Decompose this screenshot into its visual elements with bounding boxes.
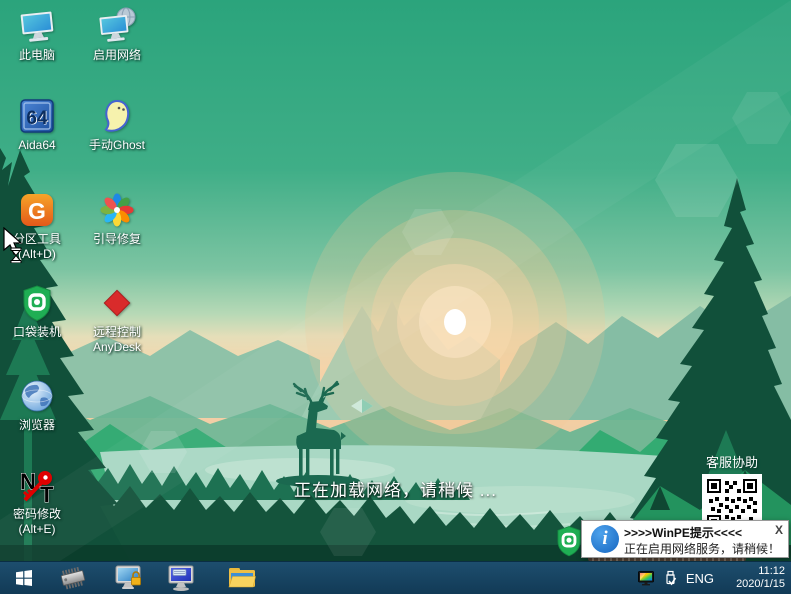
pinwheel-flower-icon — [97, 190, 137, 230]
diskgenius-icon: G — [17, 190, 57, 230]
anydesk-diamond-icon — [97, 283, 137, 323]
clock-time: 11:12 — [723, 565, 785, 578]
desktop-icon-koudai-install[interactable]: 口袋装机 — [0, 283, 77, 340]
desktop-icon-this-pc[interactable]: 此电脑 — [0, 6, 77, 63]
clock-date: 2020/1/15 — [723, 578, 785, 591]
aida64-icon: 64 64 — [17, 96, 57, 136]
icon-label: Aida64 — [18, 138, 55, 153]
notification-title: >>>>WinPE提示<<<< — [624, 524, 742, 541]
icon-label: 手动Ghost — [89, 138, 145, 153]
desktop-icon-password-edit[interactable]: N T 密码修改 (Alt+E) — [0, 465, 77, 537]
notification-message: 正在启用网络服务，请稍候！ — [624, 540, 780, 557]
desktop-icon-browser[interactable]: 浏览器 — [0, 376, 77, 433]
taskbar-memory-tool-button[interactable] — [52, 563, 94, 593]
taskbar-file-explorer-button[interactable] — [221, 563, 263, 593]
network-loading-text: 正在加载网络，请稍候 ... — [0, 476, 791, 501]
monitor-lock-icon — [114, 564, 144, 592]
screen: 正在加载网络，请稍候 ... 此电脑 64 64 — [0, 0, 791, 594]
desktop-icon-boot-repair[interactable]: 引导修复 — [77, 190, 157, 247]
network-monitor-icon — [97, 6, 137, 46]
browser-globe-icon — [17, 376, 57, 416]
usb-eject-tray-icon[interactable] — [664, 570, 677, 587]
icon-label: 浏览器 — [19, 418, 55, 433]
folder-icon — [227, 565, 257, 591]
system-tray: ENG 11:12 2020/1/15 — [638, 562, 789, 594]
icon-label: 启用网络 — [93, 48, 141, 63]
windows-logo-icon — [14, 568, 34, 588]
icon-label: 密码修改 — [13, 507, 61, 522]
nt-password-key-icon: N T — [17, 465, 57, 505]
icon-label: 引导修复 — [93, 232, 141, 247]
svg-text:64: 64 — [26, 108, 48, 129]
green-shield-icon — [17, 283, 57, 323]
taskbar: ENG 11:12 2020/1/15 — [0, 561, 791, 594]
display-settings-tray-icon[interactable] — [638, 571, 655, 586]
busy-mouse-cursor — [2, 227, 26, 263]
icon-label: 远程控制 — [93, 325, 141, 340]
monitor-keyboard-icon — [166, 564, 196, 592]
desktop-icon-anydesk[interactable]: 远程控制 AnyDesk — [77, 283, 157, 355]
icon-sublabel: (Alt+E) — [18, 522, 55, 537]
info-icon: i — [591, 525, 619, 553]
svg-text:G: G — [28, 198, 46, 224]
winpe-notification-popup: i >>>>WinPE提示<<<< X 正在启用网络服务，请稍候！ — [581, 520, 789, 558]
desktop-icon-manual-ghost[interactable]: 手动Ghost — [77, 96, 157, 153]
desktop: 正在加载网络，请稍候 ... 此电脑 64 64 — [0, 0, 791, 561]
start-button[interactable] — [0, 562, 48, 594]
taskbar-screen-lock-button[interactable] — [108, 563, 150, 593]
ghost-icon — [97, 96, 137, 136]
icon-label: 口袋装机 — [13, 325, 61, 340]
this-pc-monitor-icon — [17, 6, 57, 46]
svg-text:T: T — [40, 482, 54, 505]
ram-chip-icon — [58, 564, 88, 592]
icon-sublabel: AnyDesk — [93, 340, 141, 355]
language-indicator[interactable]: ENG — [686, 571, 714, 586]
support-label: 客服协助 — [700, 452, 764, 471]
desktop-icon-aida64[interactable]: 64 64 Aida64 — [0, 96, 77, 153]
taskbar-clock[interactable]: 11:12 2020/1/15 — [723, 565, 785, 591]
icon-label: 此电脑 — [19, 48, 55, 63]
desktop-icon-enable-network[interactable]: 启用网络 — [77, 6, 157, 63]
close-icon[interactable]: X — [775, 523, 783, 537]
taskbar-onscreen-keyboard-button[interactable] — [160, 563, 202, 593]
